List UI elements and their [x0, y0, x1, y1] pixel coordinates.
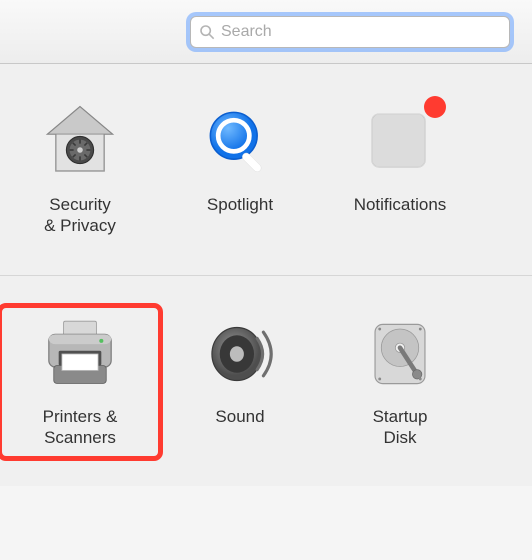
pref-notifications[interactable]: Notifications	[320, 94, 480, 247]
pref-label: Sound	[215, 406, 264, 427]
pref-label: Startup Disk	[373, 406, 428, 449]
pref-spotlight[interactable]: Spotlight	[160, 94, 320, 247]
pref-label: Printers & Scanners	[43, 406, 118, 449]
search-field[interactable]	[190, 16, 510, 48]
magnifier-blue-icon	[198, 100, 282, 184]
pref-startup-disk[interactable]: Startup Disk	[320, 306, 480, 459]
printer-icon	[38, 312, 122, 396]
house-lock-icon	[38, 100, 122, 184]
toolbar	[0, 0, 532, 64]
pref-printers-scanners[interactable]: Printers & Scanners	[0, 306, 160, 459]
pref-row: Printers & Scanners Sound Startup Disk	[0, 276, 532, 487]
pref-row: Security & Privacy Spotlight Notificatio…	[0, 64, 532, 276]
pref-label: Notifications	[354, 194, 447, 215]
pref-security-privacy[interactable]: Security & Privacy	[0, 94, 160, 247]
hard-drive-icon	[358, 312, 442, 396]
notification-badge	[424, 96, 446, 118]
notification-square-icon	[358, 100, 442, 184]
pref-sound[interactable]: Sound	[160, 306, 320, 459]
pref-label: Spotlight	[207, 194, 273, 215]
search-input[interactable]	[221, 23, 501, 41]
pref-label: Security & Privacy	[44, 194, 116, 237]
speaker-icon	[198, 312, 282, 396]
search-icon	[199, 24, 215, 40]
